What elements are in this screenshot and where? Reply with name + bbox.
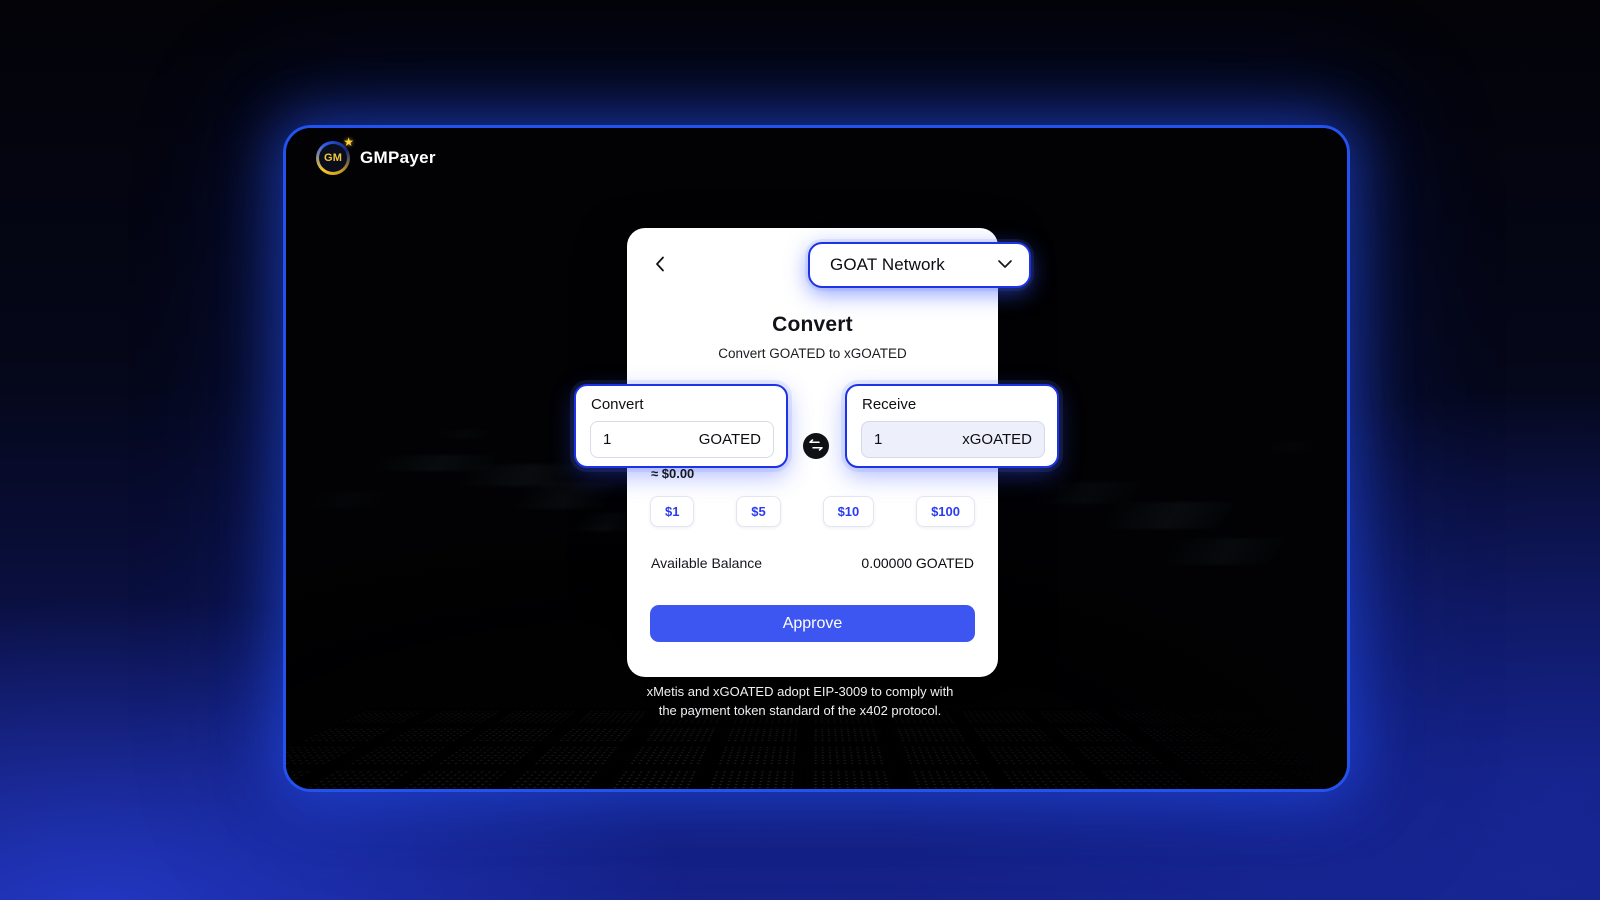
convert-box-label: Convert xyxy=(591,396,774,413)
chevron-left-icon xyxy=(655,256,665,275)
receive-amount-box: Receive 1 xGOATED xyxy=(845,384,1059,468)
page-subtitle: Convert GOATED to xGOATED xyxy=(627,346,998,361)
chevron-down-icon xyxy=(997,256,1013,274)
quick-amount-100-button[interactable]: $100 xyxy=(916,496,975,527)
receive-box-label: Receive xyxy=(862,396,1045,413)
convert-amount-box: Convert 1 GOATED xyxy=(574,384,788,468)
page-title: Convert xyxy=(627,313,998,337)
available-balance-row: Available Balance 0.00000 GOATED xyxy=(651,555,974,571)
convert-amount-value[interactable]: 1 xyxy=(603,431,611,448)
network-selector-label: GOAT Network xyxy=(830,255,945,275)
receive-token-label: xGOATED xyxy=(962,431,1032,448)
available-balance-value: 0.00000 GOATED xyxy=(861,555,974,571)
available-balance-label: Available Balance xyxy=(651,555,762,571)
convert-token-label: GOATED xyxy=(699,431,761,448)
gmpayer-logo-icon: GM ★ xyxy=(316,141,350,175)
quick-amount-10-button[interactable]: $10 xyxy=(823,496,875,527)
protocol-footnote: xMetis and xGOATED adopt EIP-3009 to com… xyxy=(0,683,1600,721)
footnote-line-1: xMetis and xGOATED adopt EIP-3009 to com… xyxy=(0,683,1600,702)
network-selector[interactable]: GOAT Network xyxy=(808,242,1031,288)
convert-amount-input[interactable]: 1 GOATED xyxy=(590,421,774,458)
swap-direction-button[interactable] xyxy=(803,433,829,459)
receive-amount-input: 1 xGOATED xyxy=(861,421,1045,458)
back-button[interactable] xyxy=(649,254,671,276)
approve-button[interactable]: Approve xyxy=(650,605,975,642)
star-icon: ★ xyxy=(343,136,354,148)
quick-amount-row: $1 $5 $10 $100 xyxy=(650,496,975,527)
convert-card: GOAT Network Convert Convert GOATED to x… xyxy=(627,228,998,677)
quick-amount-5-button[interactable]: $5 xyxy=(736,496,780,527)
brand-logo-row: GM ★ GMPayer xyxy=(316,141,436,175)
footnote-line-2: the payment token standard of the x402 p… xyxy=(0,702,1600,721)
swap-arrows-icon xyxy=(809,439,823,454)
usd-estimate: ≈ $0.00 xyxy=(651,466,694,481)
brand-name: GMPayer xyxy=(360,148,436,168)
receive-amount-value: 1 xyxy=(874,431,882,448)
quick-amount-1-button[interactable]: $1 xyxy=(650,496,694,527)
app-background: GM ★ GMPayer GOAT Network Convert Conver… xyxy=(0,0,1600,900)
